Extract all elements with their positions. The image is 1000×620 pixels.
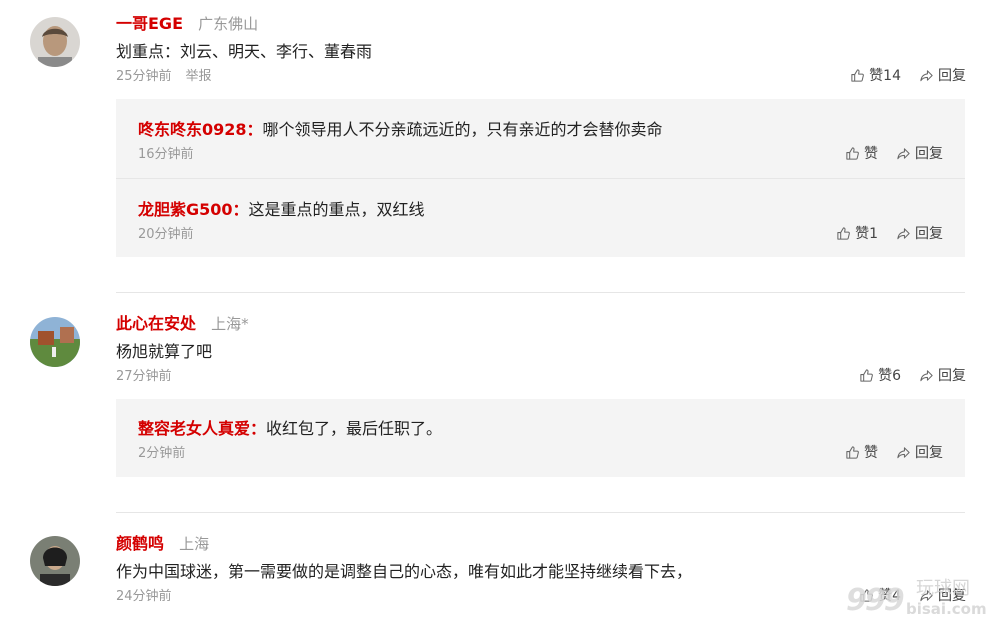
reply-username[interactable]: 龙胆紫G500： — [138, 200, 249, 219]
share-arrow-icon — [896, 445, 911, 460]
like-count: 赞 — [864, 445, 878, 461]
avatar[interactable] — [30, 17, 80, 67]
reply-item: 整容老女人真爱：收红包了，最后任职了。 2分钟前 赞 回复 — [116, 399, 965, 477]
comment-item: 此心在安处 上海* 杨旭就算了吧 27分钟前 赞6 回复 整容老女人真爱：收红包… — [0, 300, 1000, 490]
reply-label: 回复 — [938, 68, 966, 84]
like-count: 赞 — [864, 146, 878, 162]
reply-username[interactable]: 整容老女人真爱： — [138, 419, 266, 438]
reply-button[interactable]: 回复 — [896, 223, 943, 243]
comment-item: 一哥EGE 广东佛山 划重点：刘云、明天、李行、董春雨 25分钟前 举报 赞14 … — [0, 0, 1000, 270]
username[interactable]: 一哥EGE — [116, 14, 183, 33]
like-button[interactable]: 赞 — [845, 143, 878, 163]
reply-line: 咚东咚东0928：哪个领导用人不分亲疏远近的，只有亲近的才会替你卖命 — [138, 116, 663, 140]
watermark-url: bisai.com — [906, 600, 987, 618]
site-watermark: 999 玩球网 bisai.com — [846, 574, 996, 620]
reply-list: 咚东咚东0928：哪个领导用人不分亲疏远近的，只有亲近的才会替你卖命 16分钟前… — [116, 99, 965, 257]
thumbs-up-icon — [836, 226, 851, 241]
comment-divider — [116, 512, 965, 513]
reply-line: 整容老女人真爱：收红包了，最后任职了。 — [138, 415, 442, 439]
reply-list: 整容老女人真爱：收红包了，最后任职了。 2分钟前 赞 回复 — [116, 399, 965, 477]
reply-button[interactable]: 回复 — [919, 365, 966, 385]
comment-actions: 赞6 回复 — [859, 365, 966, 385]
watermark-number: 999 — [846, 583, 905, 618]
username[interactable]: 此心在安处 — [116, 314, 196, 333]
reply-label: 回复 — [915, 226, 943, 242]
reply-button[interactable]: 回复 — [896, 143, 943, 163]
timestamp: 25分钟前 — [116, 69, 172, 84]
thumbs-up-icon — [845, 146, 860, 161]
reply-actions: 赞 回复 — [845, 143, 943, 163]
location: 广东佛山 — [198, 15, 259, 33]
reply-text: 哪个领导用人不分亲疏远近的，只有亲近的才会替你卖命 — [262, 120, 663, 139]
comment-header: 颜鹤鸣 上海 — [116, 530, 210, 553]
username[interactable]: 颜鹤鸣 — [116, 534, 164, 553]
comment-meta: 25分钟前 举报 — [116, 65, 212, 84]
reply-label: 回复 — [915, 146, 943, 162]
share-arrow-icon — [896, 146, 911, 161]
like-count: 赞14 — [869, 68, 901, 84]
comment-actions: 赞14 回复 — [850, 65, 966, 85]
timestamp: 24分钟前 — [116, 589, 172, 604]
like-button[interactable]: 赞1 — [836, 223, 878, 243]
thumbs-up-icon — [850, 68, 865, 83]
reply-item: 龙胆紫G500：这是重点的重点，双红线 20分钟前 赞1 回复 — [116, 178, 965, 257]
thumbs-up-icon — [859, 368, 874, 383]
reply-item: 咚东咚东0928：哪个领导用人不分亲疏远近的，只有亲近的才会替你卖命 16分钟前… — [116, 99, 965, 178]
like-count: 赞1 — [855, 226, 878, 242]
like-count: 赞6 — [878, 368, 901, 384]
reply-text: 收红包了，最后任职了。 — [266, 419, 443, 438]
reply-button[interactable]: 回复 — [919, 65, 966, 85]
reply-button[interactable]: 回复 — [896, 442, 943, 462]
watermark-brand: 玩球网 — [916, 578, 970, 599]
comment-header: 此心在安处 上海* — [116, 310, 249, 333]
comment-divider — [116, 292, 965, 293]
comment-meta: 27分钟前 — [116, 365, 172, 384]
share-arrow-icon — [896, 226, 911, 241]
location: 上海* — [211, 315, 249, 333]
reply-timestamp: 16分钟前 — [138, 147, 194, 162]
timestamp: 27分钟前 — [116, 369, 172, 384]
location: 上海 — [179, 535, 210, 553]
like-button[interactable]: 赞6 — [859, 365, 901, 385]
avatar[interactable] — [30, 317, 80, 367]
share-arrow-icon — [919, 68, 934, 83]
comment-text: 作为中国球迷，第一需要做的是调整自己的心态，唯有如此才能坚持继续看下去， — [116, 562, 693, 581]
reply-timestamp: 20分钟前 — [138, 227, 194, 242]
comment-meta: 24分钟前 — [116, 585, 172, 604]
like-button[interactable]: 赞14 — [850, 65, 901, 85]
comment-text: 划重点：刘云、明天、李行、董春雨 — [116, 42, 373, 61]
avatar[interactable] — [30, 536, 80, 586]
thumbs-up-icon — [845, 445, 860, 460]
reply-label: 回复 — [938, 368, 966, 384]
report-link[interactable]: 举报 — [186, 69, 212, 84]
reply-label: 回复 — [915, 445, 943, 461]
reply-actions: 赞1 回复 — [836, 223, 943, 243]
reply-username[interactable]: 咚东咚东0928： — [138, 120, 263, 139]
like-button[interactable]: 赞 — [845, 442, 878, 462]
reply-line: 龙胆紫G500：这是重点的重点，双红线 — [138, 196, 425, 220]
reply-actions: 赞 回复 — [845, 442, 943, 462]
comment-header: 一哥EGE 广东佛山 — [116, 10, 259, 33]
reply-timestamp: 2分钟前 — [138, 446, 186, 461]
reply-text: 这是重点的重点，双红线 — [248, 200, 425, 219]
comment-text: 杨旭就算了吧 — [116, 342, 213, 361]
share-arrow-icon — [919, 368, 934, 383]
